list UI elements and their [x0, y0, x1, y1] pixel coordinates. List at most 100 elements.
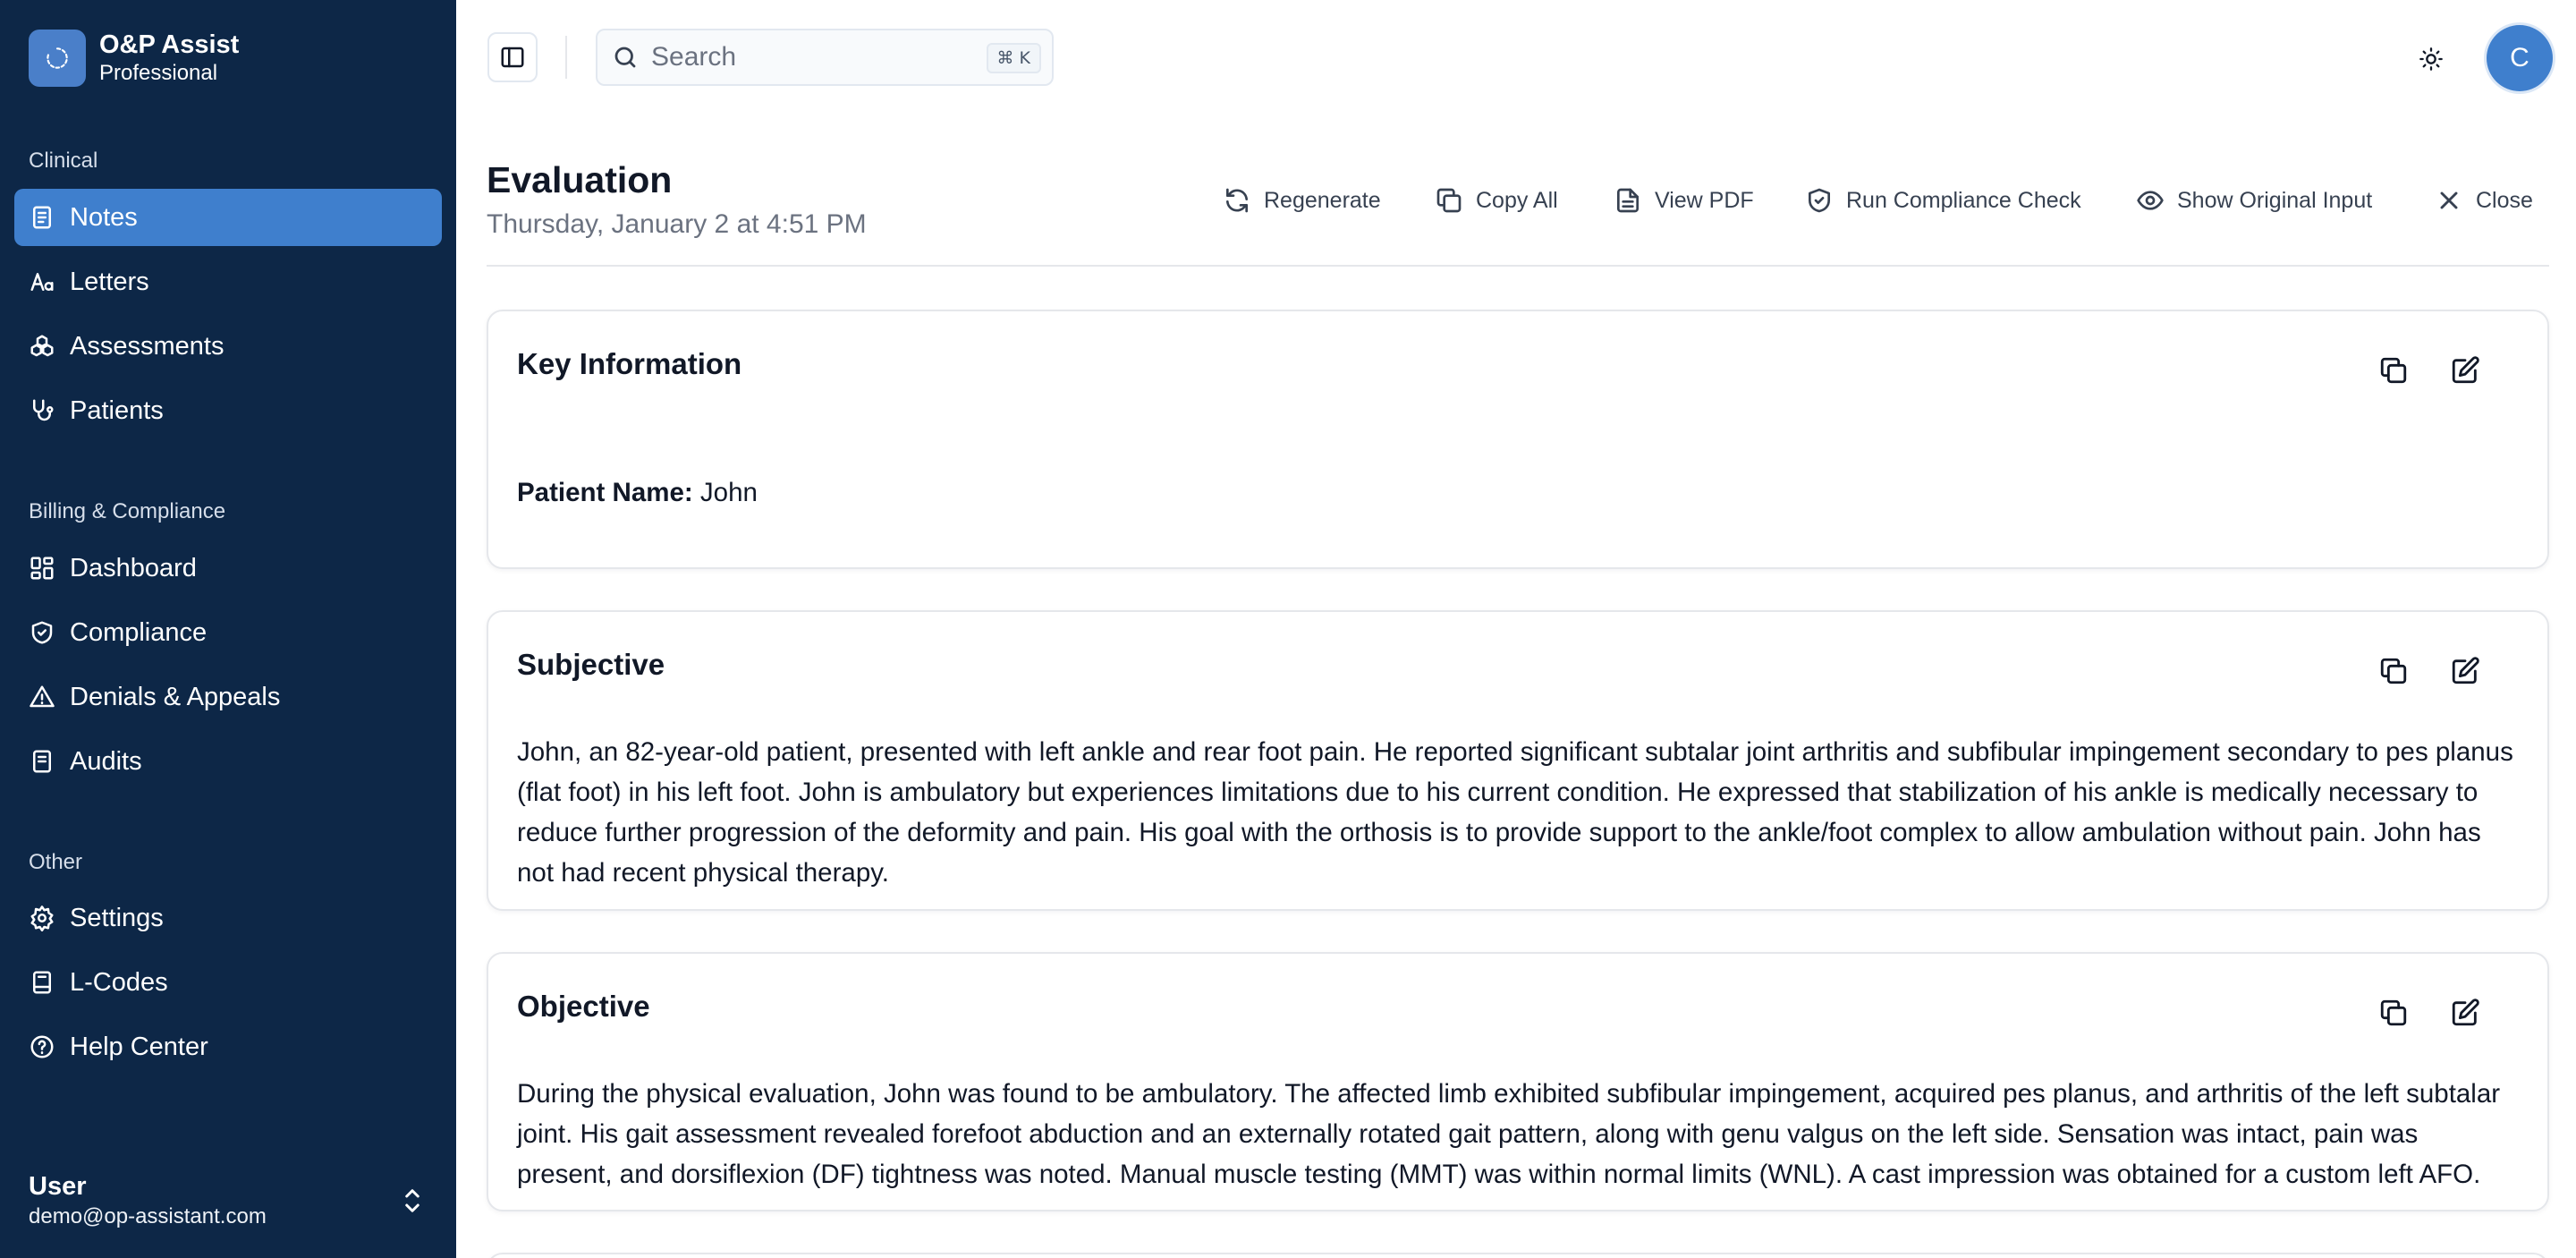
patient-name-row: Patient Name: John — [517, 472, 2519, 513]
card-title: Objective — [517, 990, 650, 1023]
patients-icon — [33, 399, 54, 421]
sidebar-item-audits[interactable]: Audits — [14, 733, 442, 790]
sidebar-item-label: L-Codes — [70, 967, 168, 997]
app-plan: Professional — [99, 61, 218, 85]
user-menu[interactable]: User demo@op-assistant.com — [29, 1170, 267, 1231]
copy-all-label: Copy All — [1476, 187, 1558, 213]
objective-text: During the physical evaluation, John was… — [517, 1079, 2501, 1189]
objective-card: Objective During the physical evaluation… — [487, 952, 2549, 1211]
copy-icon — [1436, 188, 1462, 213]
regenerate-label: Regenerate — [1264, 187, 1381, 213]
audits-icon — [33, 750, 51, 773]
sidebar-item-label: Denials & Appeals — [70, 682, 281, 711]
edit-icon — [2452, 356, 2479, 384]
sidebar-item-denials-appeals[interactable]: Denials & Appeals — [14, 668, 442, 726]
edit-section-button[interactable] — [2445, 651, 2485, 691]
sidebar-item-label: Assessments — [70, 331, 225, 361]
search-icon — [614, 47, 636, 68]
copy-all-button[interactable]: Copy All — [1435, 183, 1558, 218]
patient-name-label: Patient Name: — [517, 478, 693, 507]
edit-icon — [2452, 999, 2479, 1026]
gear-icon — [30, 905, 54, 931]
page-title: Evaluation — [487, 159, 673, 200]
copy-section-button[interactable] — [2374, 651, 2413, 691]
help-icon — [30, 1035, 54, 1058]
shield-icon — [1809, 188, 1830, 213]
subjective-text: John, an 82-year-old patient, presented … — [517, 737, 2513, 888]
search-shortcut: ⌘ K — [986, 43, 1041, 73]
app-name: O&P Assist — [99, 30, 240, 59]
search-input[interactable]: Search ⌘ K — [596, 29, 1054, 86]
sidebar-item-label: Patients — [70, 395, 164, 425]
sidebar-item-assessments[interactable]: Assessments — [14, 318, 442, 375]
close-icon — [2440, 191, 2458, 209]
brand[interactable]: O&P Assist Professional — [29, 29, 239, 88]
topbar-divider — [565, 36, 567, 79]
show-original-input-button[interactable]: Show Original Input — [2136, 183, 2372, 218]
sidebar-item-notes[interactable]: Notes — [14, 189, 442, 246]
chevron-up-down-icon[interactable] — [399, 1185, 426, 1217]
sidebar-item-label: Dashboard — [70, 553, 197, 582]
header-divider — [487, 265, 2549, 267]
sidebar-item-l-codes[interactable]: L-Codes — [14, 954, 442, 1011]
user-email: demo@op-assistant.com — [29, 1204, 267, 1228]
next-section-card — [487, 1253, 2549, 1258]
sun-icon — [2419, 47, 2443, 71]
sidebar-item-letters[interactable]: Letters — [14, 253, 442, 310]
assessments-icon — [30, 335, 54, 357]
sidebar-item-compliance[interactable]: Compliance — [14, 604, 442, 661]
edit-section-button[interactable] — [2445, 993, 2485, 1033]
patient-name-value: John — [692, 478, 758, 507]
compliance-icon — [31, 621, 53, 644]
user-name: User — [29, 1172, 87, 1201]
run-compliance-check-label: Run Compliance Check — [1846, 187, 2081, 213]
copy-section-button[interactable] — [2374, 993, 2413, 1033]
sidebar-item-settings[interactable]: Settings — [14, 889, 442, 947]
refresh-icon — [1226, 188, 1248, 213]
card-title: Subjective — [517, 648, 665, 681]
letters-icon — [30, 273, 54, 291]
page-date: Thursday, January 2 at 4:51 PM — [487, 209, 867, 239]
sidebar-item-help-center[interactable]: Help Center — [14, 1018, 442, 1075]
sidebar-item-label: Letters — [70, 267, 149, 296]
run-compliance-check-button[interactable]: Run Compliance Check — [1805, 183, 2081, 218]
sidebar-toggle-button[interactable] — [487, 32, 538, 82]
copy-icon — [2380, 357, 2407, 384]
warning-icon — [30, 685, 55, 708]
search-placeholder: Search — [651, 42, 737, 72]
dashboard-icon — [30, 557, 54, 580]
sidebar-item-dashboard[interactable]: Dashboard — [14, 540, 442, 597]
subjective-card: Subjective John, an 82-year-old patient,… — [487, 610, 2549, 911]
show-original-input-label: Show Original Input — [2177, 187, 2373, 213]
sidebar-item-patients[interactable]: Patients — [14, 382, 442, 439]
close-button[interactable]: Close — [2435, 183, 2533, 218]
book-icon — [33, 971, 51, 994]
close-label: Close — [2476, 187, 2533, 213]
sidebar-item-label: Compliance — [70, 617, 208, 647]
copy-section-button[interactable] — [2374, 351, 2413, 390]
edit-icon — [2452, 657, 2479, 684]
sidebar-toggle-icon — [501, 47, 524, 68]
section-label-clinical: Clinical — [29, 149, 98, 173]
file-icon — [1617, 188, 1639, 213]
copy-icon — [2380, 999, 2407, 1026]
avatar[interactable]: C — [2487, 25, 2553, 91]
sidebar-item-label: Settings — [70, 903, 164, 932]
key-information-card: Key Information Patient Name: John — [487, 310, 2549, 569]
card-title: Key Information — [517, 347, 742, 380]
view-pdf-button[interactable]: View PDF — [1614, 183, 1754, 218]
view-pdf-label: View PDF — [1655, 187, 1754, 213]
sidebar: O&P Assist Professional Clinical Notes L… — [0, 0, 456, 1258]
edit-section-button[interactable] — [2445, 351, 2485, 390]
app-logo-icon — [29, 30, 86, 87]
sidebar-item-label: Audits — [70, 746, 142, 776]
eye-icon — [2137, 191, 2164, 210]
regenerate-button[interactable]: Regenerate — [1223, 183, 1381, 218]
section-label-other: Other — [29, 850, 83, 874]
theme-toggle-button[interactable] — [2413, 41, 2449, 77]
copy-icon — [2380, 658, 2407, 684]
sidebar-item-label: Notes — [70, 202, 138, 232]
notes-icon — [33, 206, 51, 229]
section-label-billing: Billing & Compliance — [29, 499, 226, 523]
sidebar-item-label: Help Center — [70, 1032, 208, 1061]
